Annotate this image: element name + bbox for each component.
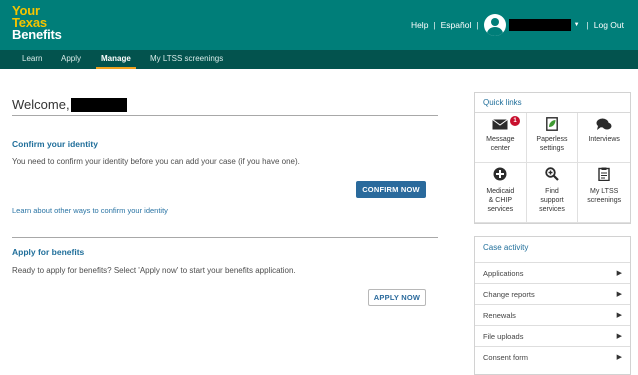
case-activity-label: Applications — [483, 269, 524, 278]
unread-badge: 1 — [510, 116, 520, 126]
quick-links-panel: Quick links 1 Message center Paperless s… — [474, 92, 631, 224]
quick-link-message-center[interactable]: 1 Message center — [475, 113, 527, 163]
your-texas-benefits-logo[interactable]: Your Texas Benefits — [12, 4, 62, 42]
chevron-right-icon: ▶ — [616, 354, 622, 361]
apply-benefits-text: Ready to apply for benefits? Select 'App… — [12, 266, 296, 275]
quick-link-label: Find — [545, 188, 559, 195]
chevron-right-icon: ▶ — [616, 312, 622, 319]
case-activity-change-reports[interactable]: Change reports ▶ — [475, 283, 630, 304]
quick-link-interviews[interactable]: Interviews — [578, 113, 630, 163]
quick-link-label: Paperless — [536, 136, 568, 143]
confirm-now-button[interactable]: CONFIRM NOW — [356, 181, 426, 198]
header-links: Help | Español | ▼ | Log Out — [411, 0, 624, 50]
case-activity-file-uploads[interactable]: File uploads ▶ — [475, 325, 630, 346]
chevron-right-icon: ▶ — [616, 291, 622, 298]
help-link[interactable]: Help — [411, 20, 428, 30]
clipboard-icon — [598, 167, 610, 181]
nav-tab-learn[interactable]: Learn — [22, 50, 42, 69]
quick-link-ltss-screenings[interactable]: My LTSS screenings — [578, 163, 630, 223]
language-link[interactable]: Español — [441, 20, 472, 30]
case-activity-label: Renewals — [483, 311, 516, 320]
welcome-text: Welcome, — [12, 97, 70, 112]
magnifier-icon — [545, 167, 559, 181]
separator: | — [586, 20, 589, 30]
case-activity-label: Consent form — [483, 353, 529, 362]
quick-link-label: services — [487, 206, 514, 213]
logo-line-3: Benefits — [12, 27, 62, 42]
chevron-down-icon[interactable]: ▼ — [574, 22, 580, 28]
quick-link-label: & CHIP — [488, 197, 512, 204]
quick-link-find-support[interactable]: Find support services — [526, 163, 579, 223]
envelope-icon — [492, 118, 509, 129]
other-ways-link[interactable]: Learn about other ways to confirm your i… — [12, 206, 168, 215]
case-activity-panel: Case activity Applications ▶ Change repo… — [474, 236, 631, 375]
quick-link-label: Interviews — [588, 136, 620, 143]
case-activity-label: Change reports — [483, 290, 535, 299]
confirm-identity-title: Confirm your identity — [12, 139, 98, 149]
nav-tab-ltss-screenings[interactable]: My LTSS screenings — [150, 50, 223, 69]
chevron-right-icon: ▶ — [616, 270, 622, 277]
quick-link-label: support — [540, 197, 564, 204]
quick-links-title: Quick links — [475, 93, 630, 113]
user-avatar-icon[interactable] — [483, 14, 506, 36]
case-activity-consent-form[interactable]: Consent form ▶ — [475, 346, 630, 367]
quick-link-label: services — [539, 206, 565, 213]
nav-tab-manage[interactable]: Manage — [96, 50, 136, 69]
chat-bubbles-icon — [596, 118, 612, 130]
confirm-identity-text: You need to confirm your identity before… — [12, 157, 300, 166]
apply-benefits-title: Apply for benefits — [12, 247, 85, 257]
nav-tab-apply[interactable]: Apply — [61, 50, 81, 69]
case-activity-applications[interactable]: Applications ▶ — [475, 262, 630, 283]
case-activity-title: Case activity — [483, 243, 529, 252]
divider — [12, 115, 438, 116]
chevron-right-icon: ▶ — [616, 333, 622, 340]
username-redacted[interactable] — [508, 19, 571, 31]
divider — [12, 237, 438, 238]
quick-link-label: Message — [486, 136, 515, 143]
document-leaf-icon — [546, 117, 558, 131]
quick-link-label: Medicaid — [486, 188, 515, 195]
quick-link-label: screenings — [587, 197, 622, 204]
separator: | — [433, 20, 436, 30]
case-activity-label: File uploads — [483, 332, 524, 341]
quick-link-medicaid-chip[interactable]: Medicaid & CHIP services — [475, 163, 527, 223]
separator: | — [476, 20, 479, 30]
quick-link-label: center — [490, 145, 511, 152]
user-name-redacted — [70, 97, 127, 112]
quick-link-label: My LTSS — [590, 188, 619, 195]
apply-now-button[interactable]: APPLY NOW — [368, 289, 426, 306]
welcome-heading: Welcome, — [12, 97, 127, 112]
quick-link-paperless-settings[interactable]: Paperless settings — [526, 113, 579, 163]
logout-link[interactable]: Log Out — [594, 20, 624, 30]
quick-link-label: settings — [539, 145, 565, 152]
main-nav: Learn Apply Manage My LTSS screenings — [0, 50, 638, 69]
case-activity-renewals[interactable]: Renewals ▶ — [475, 304, 630, 325]
top-header: Your Texas Benefits Help | Español | ▼ |… — [0, 0, 638, 50]
plus-circle-icon — [493, 167, 507, 181]
